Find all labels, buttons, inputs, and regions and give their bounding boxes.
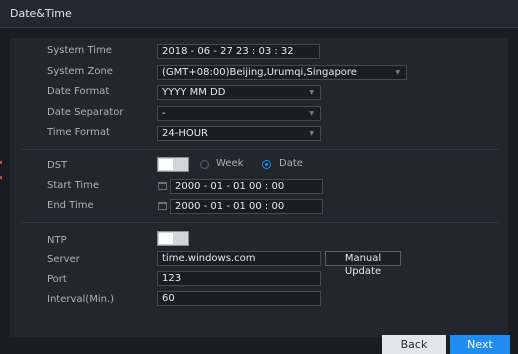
time-format-label: Time Format [47, 127, 110, 138]
dst-week-radio[interactable] [200, 160, 209, 169]
ntp-toggle[interactable] [157, 231, 189, 246]
next-button[interactable]: Next [450, 335, 510, 354]
end-time-label: End Time [47, 200, 94, 211]
start-time-label: Start Time [47, 180, 100, 191]
dst-label: DST [47, 160, 68, 171]
time-format-value: 24-HOUR [162, 128, 208, 139]
system-zone-value: (GMT+08:00)Beijing,Urumqi,Singapore [162, 67, 357, 78]
date-format-dropdown[interactable]: YYYY MM DD ▼ [157, 85, 321, 100]
system-zone-label: System Zone [47, 66, 113, 77]
chevron-down-icon: ▼ [309, 130, 314, 137]
window-title: Date&Time [10, 7, 72, 20]
date-separator-dropdown[interactable]: - ▼ [157, 106, 321, 121]
section-divider [22, 222, 498, 223]
calendar-icon[interactable] [158, 202, 167, 210]
interval-input[interactable]: 60 [157, 291, 321, 306]
date-separator-value: - [162, 108, 166, 119]
side-marker [0, 161, 2, 164]
port-label: Port [47, 274, 67, 285]
side-marker [0, 176, 2, 179]
date-format-value: YYYY MM DD [162, 87, 226, 98]
section-divider [22, 149, 498, 150]
toggle-knob [159, 159, 173, 170]
system-time-field[interactable]: 2018 - 06 - 27 23 : 03 : 32 [157, 44, 320, 59]
calendar-icon[interactable] [158, 182, 167, 190]
dst-date-radio[interactable] [262, 160, 271, 169]
toggle-knob [159, 233, 173, 244]
dst-date-label: Date [279, 158, 303, 169]
back-button[interactable]: Back [382, 335, 446, 354]
server-label: Server [47, 254, 80, 265]
chevron-down-icon: ▼ [395, 69, 400, 76]
ntp-label: NTP [47, 235, 67, 246]
port-input[interactable]: 123 [157, 271, 321, 286]
end-time-field[interactable]: 2000 - 01 - 01 00 : 00 [170, 199, 323, 214]
time-format-dropdown[interactable]: 24-HOUR ▼ [157, 126, 321, 141]
system-time-label: System Time [47, 45, 112, 56]
chevron-down-icon: ▼ [309, 110, 314, 117]
title-bar: Date&Time [0, 0, 518, 28]
date-format-label: Date Format [47, 86, 110, 97]
manual-update-button[interactable]: Manual Update [325, 251, 401, 277]
interval-label: Interval(Min.) [47, 294, 115, 305]
start-time-field[interactable]: 2000 - 01 - 01 00 : 00 [170, 179, 323, 194]
chevron-down-icon: ▼ [309, 89, 314, 96]
server-input[interactable]: time.windows.com [157, 251, 321, 266]
dst-toggle[interactable] [157, 157, 189, 172]
date-separator-label: Date Separator [47, 107, 124, 118]
dst-week-label: Week [216, 158, 244, 169]
system-zone-dropdown[interactable]: (GMT+08:00)Beijing,Urumqi,Singapore ▼ [157, 65, 407, 80]
